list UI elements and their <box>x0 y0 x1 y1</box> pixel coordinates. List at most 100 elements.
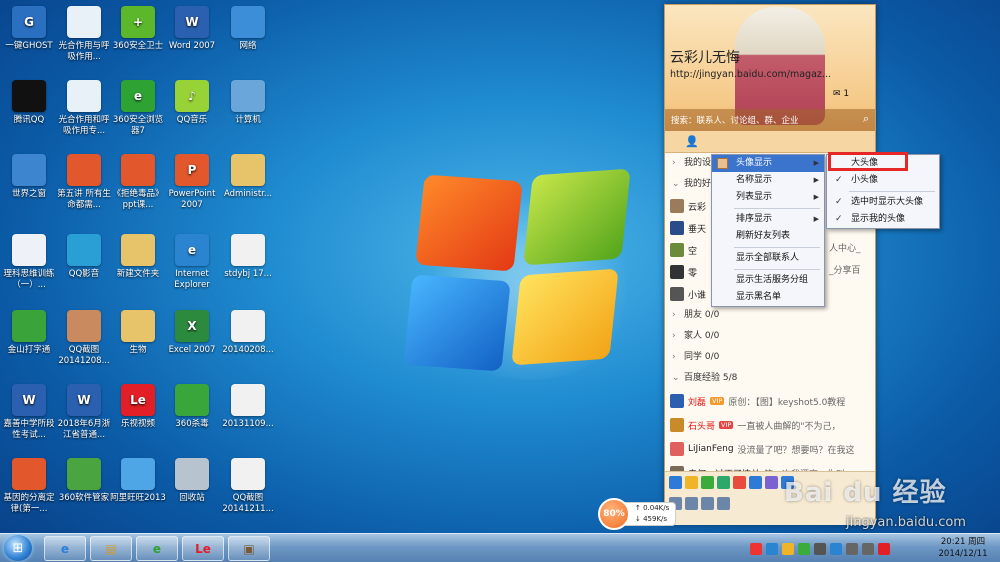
folder-icon[interactable] <box>717 497 730 510</box>
taskbar-360browser-button[interactable]: e <box>136 536 178 561</box>
tray-icon[interactable] <box>750 543 762 555</box>
desktop-icon[interactable]: e 360安全浏览器7 <box>110 80 166 136</box>
desktop-icon[interactable]: Le 乐视视频 <box>110 384 166 430</box>
contact-row[interactable]: LiJianFeng 没流量了吧？想要吗？在我这 <box>665 437 875 461</box>
search-icon[interactable]: ⌕ <box>863 112 869 126</box>
desktop-icon[interactable]: 基因的分离定律(第一... <box>1 458 57 514</box>
desktop-icon[interactable]: W Word 2007 <box>164 6 220 52</box>
desktop-icon[interactable]: Administr... <box>220 154 276 200</box>
desktop-icon[interactable]: 腾讯QQ <box>1 80 57 126</box>
contact-row[interactable]: 刘磊 VIP 原创：【图】keyshot5.0教程 <box>665 389 875 413</box>
menu-separator <box>734 247 820 248</box>
menu-item[interactable]: 显示全部联系人 <box>712 250 824 267</box>
search-placeholder: 搜索：联系人、讨论组、群、企业 <box>671 116 799 126</box>
contact-search-input[interactable]: 搜索：联系人、讨论组、群、企业 ⌕ <box>665 109 875 131</box>
desktop-icon[interactable]: stdybj 17... <box>220 234 276 280</box>
submenu-arrow-icon: ▶ <box>813 159 819 167</box>
contact-row[interactable]: 石头哥 VIP 一直被人曲解的"不为己， <box>665 413 875 437</box>
chevron-right-icon: › <box>672 352 676 362</box>
desktop-icon[interactable]: W 2018年6月浙江省普通... <box>56 384 112 440</box>
taskbar-explorer-button[interactable]: ▤ <box>90 536 132 561</box>
qq-nickname[interactable]: 云彩儿无悔 <box>670 47 740 67</box>
network-icon[interactable] <box>846 543 858 555</box>
start-button[interactable]: ⊞ <box>4 535 32 561</box>
contact-row[interactable]: 亲何，过不了情关第一次我漂亮，你叫 <box>665 461 875 471</box>
contact-group[interactable]: › 朋友 0/0 <box>665 305 875 326</box>
memory-percent-ball[interactable]: 80% <box>598 498 630 530</box>
desktop-icon[interactable]: 20140208... <box>220 310 276 356</box>
taskbar-letv-button[interactable]: Le <box>182 536 224 561</box>
tray-icon[interactable] <box>798 543 810 555</box>
app-icon[interactable] <box>701 476 714 489</box>
speed-box: ↑ 0.04K/s ↓ 459K/s <box>624 502 676 526</box>
desktop-icon[interactable]: 世界之窗 <box>1 154 57 200</box>
system-tray <box>750 538 890 560</box>
menu-item[interactable]: 列表显示 ▶ <box>712 189 824 206</box>
tray-icon[interactable] <box>878 543 890 555</box>
app-icon[interactable] <box>717 476 730 489</box>
desktop-icon-label: 金山打字通 <box>7 345 51 355</box>
desktop-icon[interactable]: 理科思维训练（一）... <box>1 234 57 290</box>
contact-group[interactable]: ⌄ 百度经验 5/8 <box>665 368 875 389</box>
contact-group[interactable]: › 同学 0/0 <box>665 347 875 368</box>
menu-item[interactable]: ✓ 显示我的头像 <box>827 211 939 228</box>
desktop-icon[interactable]: G 一键GHOST <box>1 6 57 52</box>
desktop-icon[interactable]: 《拒绝毒品》ppt课... <box>110 154 166 210</box>
menu-item[interactable]: 头像显示 ▶ <box>712 155 824 172</box>
menu-item[interactable]: ✓ 选中时显示大头像 <box>827 194 939 211</box>
desktop-icon-image <box>231 384 265 416</box>
taskbar-image-viewer-button[interactable]: ▣ <box>228 536 270 561</box>
menu-item[interactable]: 显示黑名单 <box>712 289 824 306</box>
mail-icon[interactable]: ✉ 1 <box>833 89 849 99</box>
menu-item[interactable]: 排序显示 ▶ <box>712 211 824 228</box>
desktop-icon[interactable]: 光合作用与呼吸作用... <box>56 6 112 62</box>
taskbar: ⊞ e ▤ e Le ▣ 20:21 周四 2014/12/11 <box>0 533 1000 562</box>
app-icon[interactable] <box>749 476 762 489</box>
desktop-icon[interactable]: QQ截图20141211... <box>220 458 276 514</box>
menu-item[interactable]: 刷新好友列表 <box>712 228 824 245</box>
network-speed-widget[interactable]: ↑ 0.04K/s ↓ 459K/s 80% <box>598 498 678 530</box>
avatar-display-icon <box>717 158 728 169</box>
desktop-icon[interactable]: P PowerPoint 2007 <box>164 154 220 210</box>
desktop-icon[interactable]: 阿里旺旺2013 <box>110 458 166 504</box>
desktop-icon[interactable]: 生物 <box>110 310 166 356</box>
desktop-icon[interactable]: e Internet Explorer <box>164 234 220 290</box>
desktop-icon[interactable]: ♪ QQ音乐 <box>164 80 220 126</box>
tray-icon[interactable] <box>830 543 842 555</box>
menu-item[interactable]: 显示生活服务分组 <box>712 272 824 289</box>
desktop-icon[interactable]: 360杀毒 <box>164 384 220 430</box>
tray-icon[interactable] <box>782 543 794 555</box>
settings-icon[interactable] <box>685 497 698 510</box>
desktop-icon[interactable]: 第五讲 所有生命都需... <box>56 154 112 210</box>
tray-icon[interactable] <box>814 543 826 555</box>
volume-icon[interactable] <box>862 543 874 555</box>
file-icon[interactable] <box>701 497 714 510</box>
desktop-icon[interactable]: +360安全卫士 <box>110 6 166 52</box>
app-icon[interactable] <box>669 476 682 489</box>
tray-icon[interactable] <box>766 543 778 555</box>
desktop-icon[interactable]: 360软件管家 <box>56 458 112 504</box>
menu-item[interactable]: ✓ 小头像 <box>827 172 939 189</box>
menu-item[interactable]: 名称显示 ▶ <box>712 172 824 189</box>
desktop-icon[interactable]: QQ影音 <box>56 234 112 280</box>
taskbar-clock[interactable]: 20:21 周四 2014/12/11 <box>932 536 994 560</box>
desktop-icon[interactable]: 20131109... <box>220 384 276 430</box>
desktop-icon[interactable]: 光合作用和呼吸作用专... <box>56 80 112 136</box>
contacts-tab-icon[interactable]: 👤 <box>685 135 699 148</box>
contact-group[interactable]: › 家人 0/0 <box>665 326 875 347</box>
desktop-icon[interactable]: 网络 <box>220 6 276 52</box>
desktop-icon[interactable]: 金山打字通 <box>1 310 57 356</box>
qq-signature[interactable]: http://jingyan.baidu.com/magaz... <box>670 69 831 80</box>
desktop-icon-image <box>121 154 155 186</box>
taskbar-ie-button[interactable]: e <box>44 536 86 561</box>
desktop-icon[interactable]: 计算机 <box>220 80 276 126</box>
desktop-icon[interactable]: W 嘉善中学所段性考试... <box>1 384 57 440</box>
desktop-icon-image <box>121 458 155 490</box>
desktop-icon[interactable]: QQ截图20141208... <box>56 310 112 366</box>
app-icon[interactable] <box>765 476 778 489</box>
app-icon[interactable] <box>733 476 746 489</box>
desktop-icon[interactable]: X Excel 2007 <box>164 310 220 356</box>
desktop-icon[interactable]: 新建文件夹 <box>110 234 166 280</box>
app-icon[interactable] <box>685 476 698 489</box>
desktop-icon[interactable]: 回收站 <box>164 458 220 504</box>
